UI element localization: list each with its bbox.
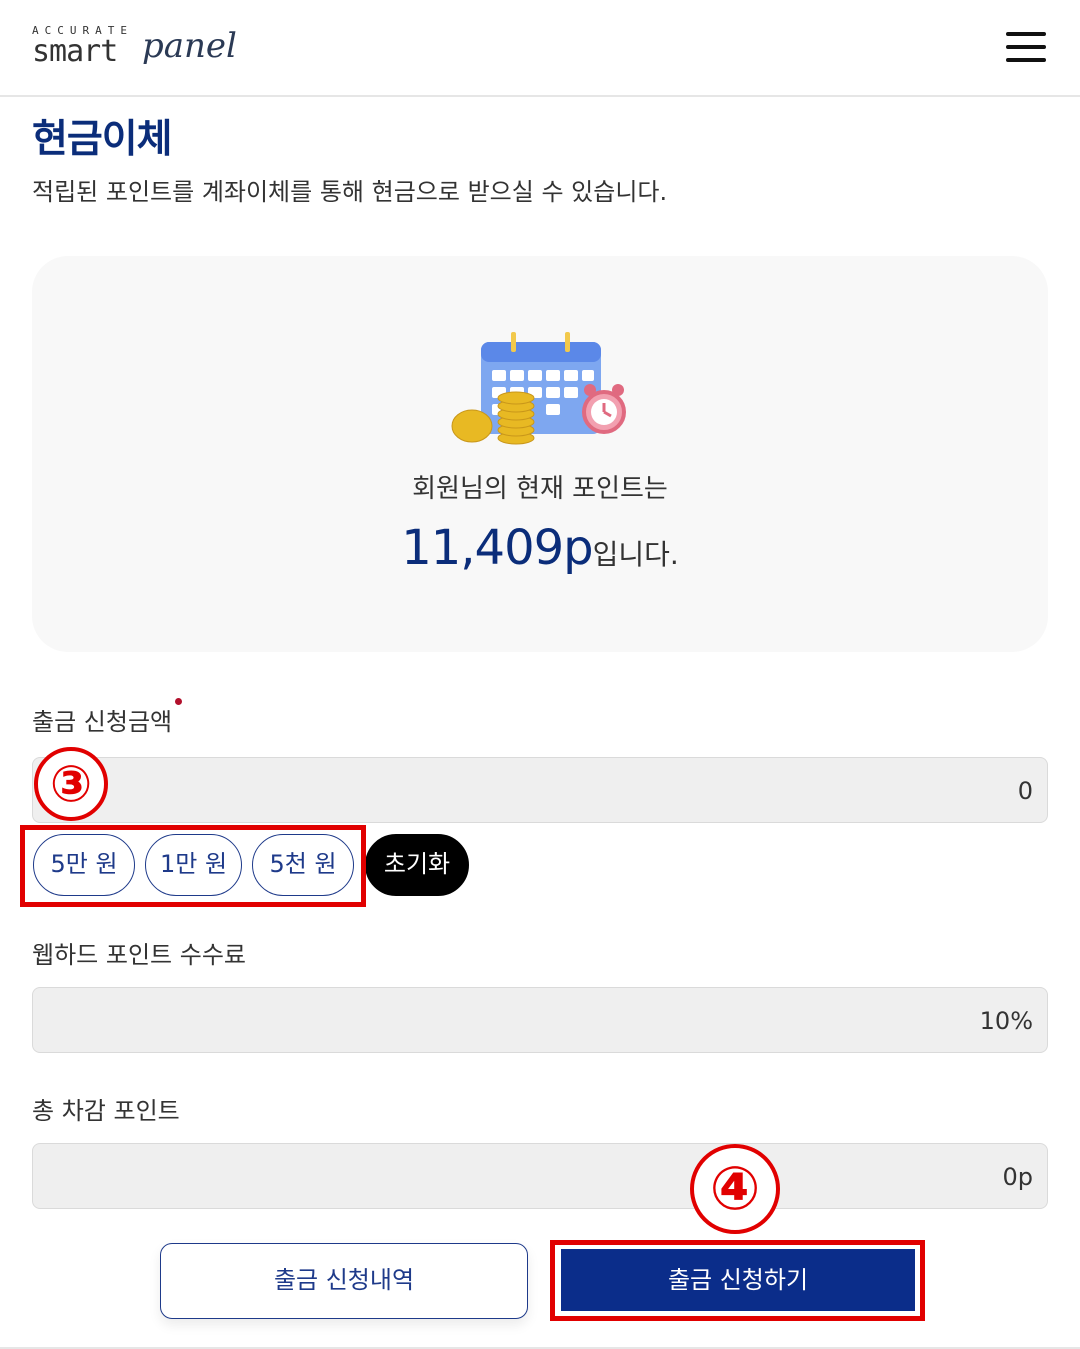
fee-label: 웹하드 포인트 수수료: [32, 941, 246, 969]
highlight-box-quick-buttons: [20, 825, 366, 907]
withdraw-amount-label: 출금 신청금액: [32, 708, 173, 736]
logo-panel-text: panel: [142, 26, 237, 66]
current-points-label: 회원님의 현재 포인트는: [412, 474, 668, 504]
page-description: 적립된 포인트를 계좌이체를 통해 현금으로 받으실 수 있습니다.: [32, 178, 668, 206]
withdraw-amount-value: 0: [1017, 777, 1033, 805]
smartpanel-logo[interactable]: ACCURATE smart panel: [32, 24, 237, 74]
total-deduction-field: 0p: [32, 1143, 1048, 1209]
withdraw-submit-button[interactable]: 출금 신청하기: [561, 1249, 915, 1311]
points-card: [32, 256, 1048, 652]
reset-button[interactable]: 초기화: [365, 834, 469, 896]
logo-smart-text: smart: [32, 34, 118, 69]
calendar-coins-alarm-clock-icon: [451, 332, 626, 445]
withdraw-history-button[interactable]: 출금 신청내역: [160, 1243, 528, 1319]
hamburger-menu-icon[interactable]: [1006, 30, 1050, 64]
total-deduction-value: 0p: [1002, 1163, 1033, 1191]
required-dot: [175, 698, 182, 705]
current-points-line: 11,409p입니다.: [0, 520, 1080, 576]
app-header: ACCURATE smart panel: [0, 0, 1080, 97]
fee-field: 10%: [32, 987, 1048, 1053]
current-points-suffix: 입니다.: [592, 538, 679, 571]
annotation-marker-4: ④: [690, 1144, 780, 1234]
withdraw-amount-input[interactable]: 0: [32, 757, 1048, 823]
annotation-marker-3: ③: [34, 747, 108, 821]
page-title: 현금이체: [32, 117, 173, 162]
total-deduction-label: 총 차감 포인트: [32, 1097, 180, 1125]
current-points-value: 11,409p: [401, 520, 593, 576]
fee-value: 10%: [979, 1007, 1033, 1035]
